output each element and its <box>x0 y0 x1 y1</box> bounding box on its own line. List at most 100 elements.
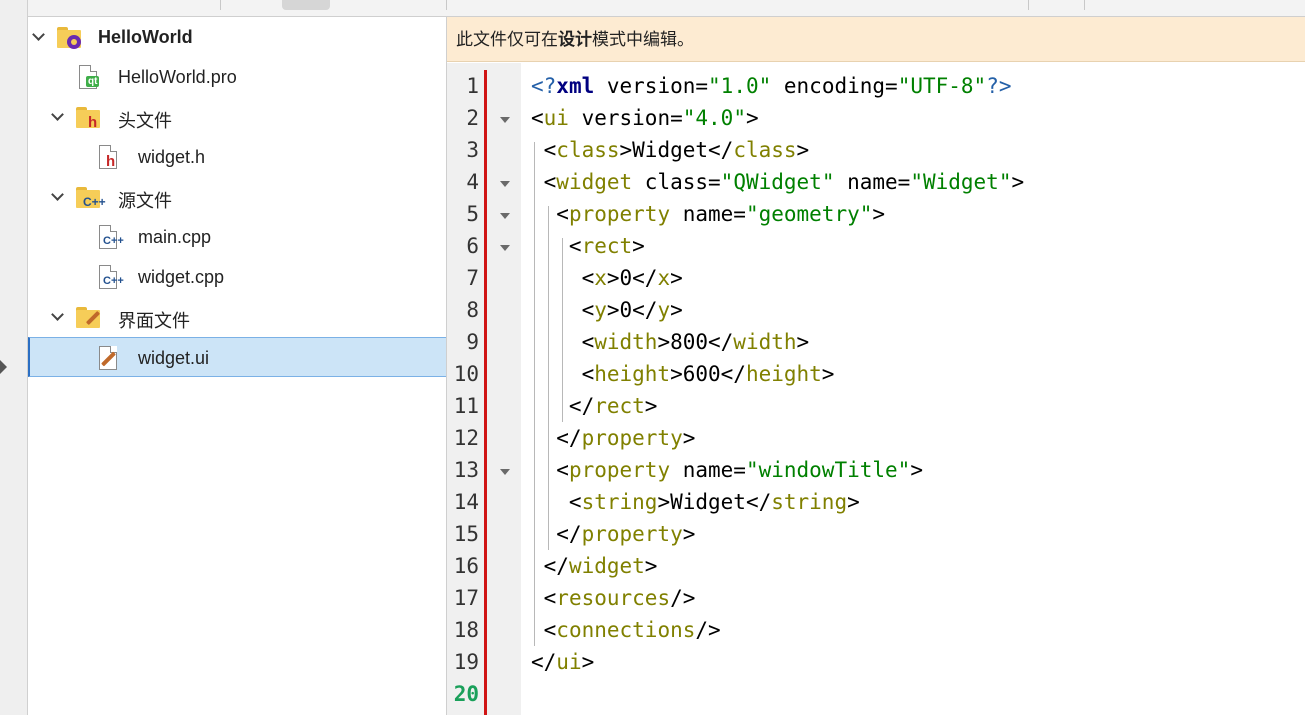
code-token: xml <box>556 74 595 98</box>
chevron-down-icon[interactable] <box>50 109 64 123</box>
code-token: "geometry" <box>745 202 873 226</box>
code-line: <property name="geometry"> <box>531 202 885 226</box>
code-token: name= <box>670 458 746 482</box>
fold-toggle-icon[interactable] <box>500 181 510 187</box>
tree-item-widget-h[interactable]: h widget.h <box>28 137 446 177</box>
code-line: <x>0</x> <box>531 266 683 290</box>
tree-item-label: widget.cpp <box>138 267 225 287</box>
code-line: <class>Widget</class> <box>531 138 810 162</box>
code-token: > <box>632 234 645 258</box>
code-token: > <box>796 138 810 162</box>
code-token: > <box>670 298 683 322</box>
project-folder-gear-icon <box>55 25 81 49</box>
qt-project-file-icon: qt <box>76 65 102 89</box>
design-mode-info-banner: 此文件仅可在设计模式中编辑。 <box>447 17 1305 62</box>
line-number: 1 <box>466 74 479 98</box>
line-number: 14 <box>453 490 479 514</box>
code-token: >0</ <box>606 298 658 322</box>
code-token: class <box>556 138 620 162</box>
code-token: < <box>531 458 569 482</box>
code-token: > <box>847 490 860 514</box>
code-token: name= <box>670 202 746 226</box>
code-token: name= <box>834 170 911 194</box>
tree-item-label: main.cpp <box>138 227 212 247</box>
form-file-icon <box>96 346 122 370</box>
toolbar-separator <box>1084 0 1085 10</box>
code-token: property <box>581 522 683 546</box>
tree-item-widget-ui[interactable]: widget.ui <box>28 337 446 377</box>
code-token: x <box>657 266 671 290</box>
indent-guide <box>534 142 535 646</box>
project-tree: HelloWorld qt HelloWorld.pro h 头文件 h wid… <box>28 17 447 715</box>
code-token: </ <box>531 554 569 578</box>
line-number: 18 <box>453 618 479 642</box>
top-toolbar-strip <box>28 0 1305 17</box>
code-token: > <box>1011 170 1025 194</box>
banner-text: 此文件仅可在 <box>456 30 558 49</box>
code-token: ui <box>556 650 582 674</box>
code-token: < <box>531 234 582 258</box>
code-token: width <box>594 330 658 354</box>
code-token: version= <box>568 106 683 130</box>
toolbar-separator <box>220 0 221 10</box>
tree-item-forms-folder[interactable]: 界面文件 <box>28 297 446 337</box>
tree-item-pro-file[interactable]: qt HelloWorld.pro <box>28 57 446 97</box>
line-number: 8 <box>466 298 479 322</box>
line-number: 4 <box>466 170 479 194</box>
code-line: </property> <box>531 522 695 546</box>
code-token: "windowTitle" <box>745 458 911 482</box>
code-token: property <box>568 458 671 482</box>
code-token: >Widget</ <box>619 138 734 162</box>
banner-text: 模式中编辑。 <box>592 30 694 49</box>
line-number: 19 <box>453 650 479 674</box>
code-token: <? <box>531 74 557 98</box>
chevron-down-icon[interactable] <box>31 29 45 43</box>
tree-item-label: widget.h <box>138 147 206 167</box>
chevron-down-icon[interactable] <box>50 309 64 323</box>
code-token: version= <box>594 74 709 98</box>
chevron-down-icon[interactable] <box>50 189 64 203</box>
code-line: <y>0</y> <box>531 298 683 322</box>
tree-item-label: HelloWorld.pro <box>118 67 237 87</box>
code-line: </widget> <box>531 554 658 578</box>
change-marker-bar <box>484 70 487 715</box>
line-number: 6 <box>466 234 479 258</box>
code-token: height <box>745 362 822 386</box>
code-line: <property name="windowTitle"> <box>531 458 923 482</box>
code-token: y <box>594 298 607 322</box>
code-line: <?xml version="1.0" encoding="UTF-8"?> <box>531 74 1012 98</box>
code-line: </ui> <box>531 650 594 674</box>
expand-sidebar-arrow-icon[interactable] <box>0 360 7 374</box>
fold-toggle-icon[interactable] <box>500 213 510 219</box>
code-token: >0</ <box>606 266 658 290</box>
tree-item-widget-cpp[interactable]: C++ widget.cpp <box>28 257 446 297</box>
code-token: >800</ <box>657 330 734 354</box>
code-line: <height>600</height> <box>531 362 835 386</box>
code-token: < <box>531 106 544 130</box>
fold-toggle-icon[interactable] <box>500 245 510 251</box>
tree-item-headers-folder[interactable]: h 头文件 <box>28 97 446 137</box>
code-token: string <box>581 490 658 514</box>
tree-item-sources-folder[interactable]: C++ 源文件 <box>28 177 446 217</box>
toolbar-tab-stub[interactable] <box>282 0 330 10</box>
line-number: 15 <box>453 522 479 546</box>
code-line: </rect> <box>531 394 658 418</box>
code-token: > <box>682 426 696 450</box>
code-line: <connections/> <box>531 618 721 642</box>
tree-item-main-cpp[interactable]: C++ main.cpp <box>28 217 446 257</box>
code-token: < <box>531 490 582 514</box>
code-token: width <box>733 330 797 354</box>
code-token: > <box>872 202 886 226</box>
code-token: class= <box>632 170 721 194</box>
tree-item-project[interactable]: HelloWorld <box>28 17 446 57</box>
line-number: 12 <box>453 426 479 450</box>
fold-toggle-icon[interactable] <box>500 469 510 475</box>
line-number: 13 <box>453 458 479 482</box>
code-token: height <box>594 362 671 386</box>
fold-toggle-icon[interactable] <box>500 117 510 123</box>
line-number: 9 <box>466 330 479 354</box>
header-folder-icon: h <box>74 105 100 131</box>
tree-item-label: widget.ui <box>138 348 210 368</box>
code-token: /> <box>695 618 721 642</box>
code-line: <width>800</width> <box>531 330 810 354</box>
